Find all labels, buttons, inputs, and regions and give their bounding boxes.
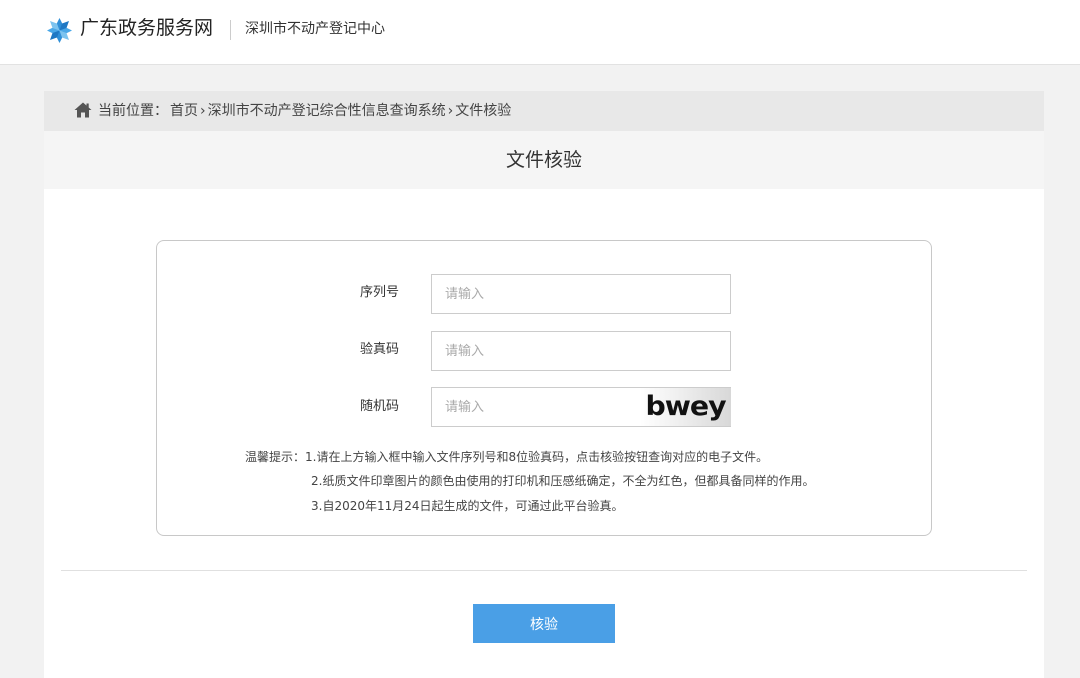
breadcrumb-item-current: 文件核验 — [455, 103, 512, 119]
verify-code-label: 验真码 — [359, 342, 399, 357]
breadcrumb-trail: 当前位置： 首页 › 深圳市不动产登记综合性信息查询系统 › 文件核验 — [98, 100, 513, 122]
home-icon — [74, 102, 92, 118]
brand-title[interactable]: 广东政务服务网 — [80, 14, 213, 42]
serial-label: 序列号 — [359, 285, 399, 300]
tips-prefix: 温馨提示： — [245, 450, 306, 464]
breadcrumb-item-home[interactable]: 首页 — [170, 103, 198, 119]
brand-divider — [230, 20, 231, 40]
gov-service-logo-icon[interactable] — [46, 17, 73, 44]
brand-subtitle[interactable]: 深圳市不动产登记中心 — [245, 18, 385, 40]
panel-header: 文件核验 — [44, 131, 1044, 189]
breadcrumb-prefix: 当前位置： — [98, 103, 168, 119]
top-bar: 广东政务服务网 深圳市不动产登记中心 — [0, 0, 1080, 65]
tips-line-1: 温馨提示：1.请在上方输入框中输入文件序列号和8位验真码，点击核验按钮查询对应的… — [245, 448, 768, 466]
captcha-text: bwey — [645, 391, 727, 422]
breadcrumb-separator: › — [200, 103, 206, 119]
divider — [61, 570, 1027, 571]
verify-code-input[interactable] — [431, 331, 731, 371]
tips-line-2: 2.纸质文件印章图片的颜色由使用的打印机和压感纸确定，不全为红色，但都具备同样的… — [311, 474, 815, 488]
tips-line-3: 3.自2020年11月24日起生成的文件，可通过此平台验真。 — [311, 499, 624, 513]
tips-text-1: 1.请在上方输入框中输入文件序列号和8位验真码，点击核验按钮查询对应的电子文件。 — [305, 450, 769, 464]
serial-number-input[interactable] — [431, 274, 731, 314]
verification-form: 序列号 验真码 随机码 bwey 温馨提示：1.请在上方输入框中输入文件序列号和… — [156, 240, 932, 536]
breadcrumb: 当前位置： 首页 › 深圳市不动产登记综合性信息查询系统 › 文件核验 — [44, 91, 1044, 131]
breadcrumb-separator: › — [447, 103, 454, 119]
main-panel: 文件核验 序列号 验真码 随机码 bwey 温馨提示：1.请在上方输入框中输入文… — [44, 131, 1044, 678]
page-title: 文件核验 — [505, 149, 582, 171]
breadcrumb-item-query-system[interactable]: 深圳市不动产登记综合性信息查询系统 — [208, 103, 446, 119]
random-code-label: 随机码 — [359, 399, 399, 414]
verify-button[interactable]: 核验 — [473, 604, 615, 643]
captcha-image[interactable]: bwey — [640, 388, 731, 426]
